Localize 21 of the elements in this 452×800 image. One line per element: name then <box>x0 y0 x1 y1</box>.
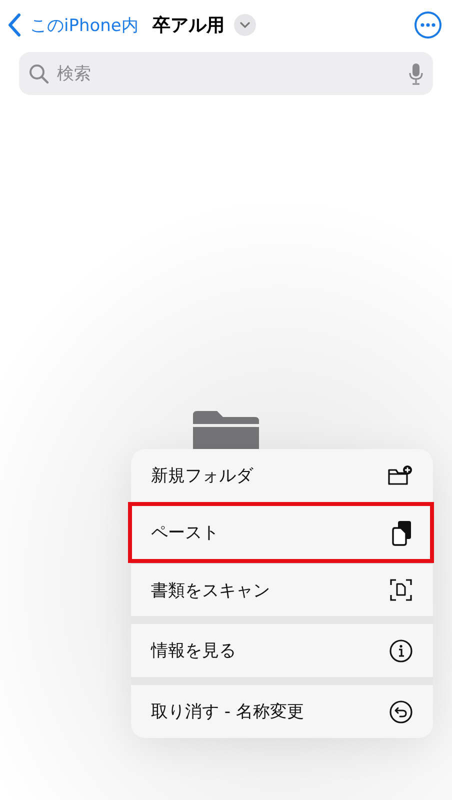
menu-item[interactable]: ペースト <box>128 502 434 563</box>
scan-document-icon <box>389 578 413 602</box>
microphone-icon <box>409 62 423 84</box>
search-field[interactable]: 検索 <box>55 62 403 84</box>
folder-plus-icon <box>387 464 413 486</box>
menu-item[interactable]: 情報を見る <box>131 624 433 677</box>
chevron-left-icon <box>8 13 22 37</box>
more-button[interactable] <box>414 11 442 39</box>
back-button[interactable]: このiPhone内 <box>8 13 138 37</box>
undo-icon <box>389 700 413 724</box>
search-bar[interactable]: 検索 <box>19 52 433 95</box>
documents-icon <box>391 520 413 546</box>
menu-item[interactable]: 新規フォルダ <box>131 449 433 502</box>
info-icon <box>389 638 413 662</box>
search-icon <box>29 64 49 84</box>
menu-item[interactable]: 書類をスキャン <box>131 563 433 616</box>
folder-title: 卒アル用 <box>152 14 224 37</box>
menu-item[interactable]: 取り消す - 名称変更 <box>131 685 433 738</box>
more-icon <box>414 11 442 39</box>
title-menu-button[interactable] <box>234 14 256 36</box>
chevron-down-icon <box>240 22 250 28</box>
